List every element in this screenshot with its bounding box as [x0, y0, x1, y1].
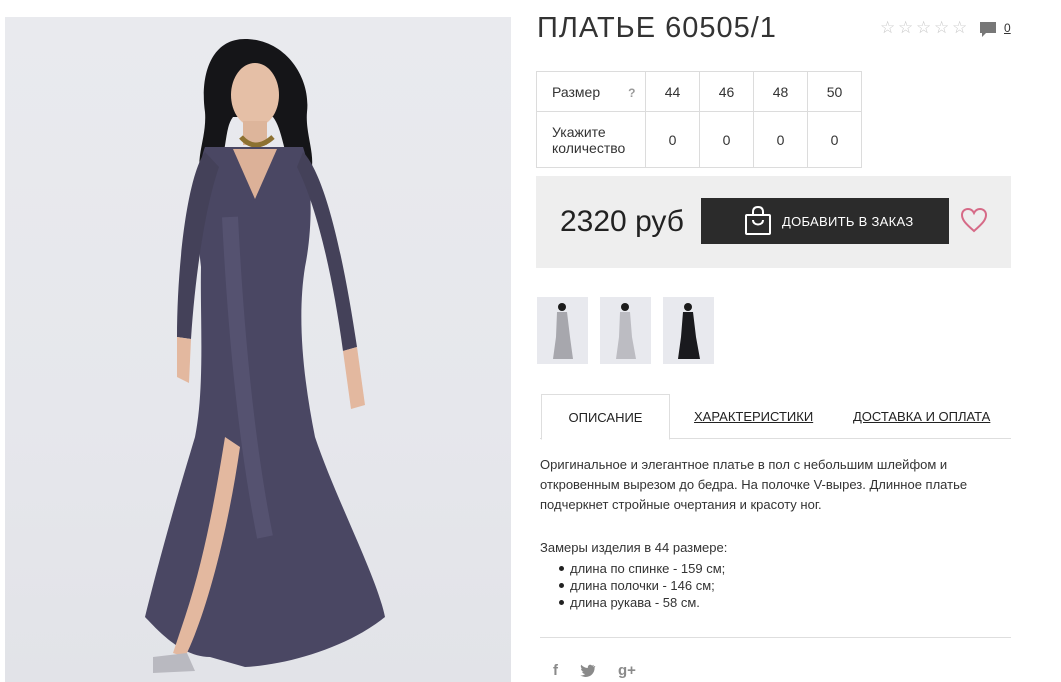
product-title: ПЛАТЬЕ 60505/1 — [537, 12, 777, 44]
measures-title: Замеры изделия в 44 размере: — [540, 540, 728, 555]
social-share: f g+ — [553, 662, 636, 679]
shopping-bag-icon — [745, 206, 771, 235]
google-plus-icon[interactable]: g+ — [618, 662, 636, 679]
measures-list: длина по спинке - 159 см; длина полочки … — [540, 560, 727, 611]
size-help-icon[interactable]: ? — [628, 86, 635, 100]
twitter-icon[interactable] — [580, 664, 596, 677]
size-label-cell: Размер? — [536, 71, 646, 112]
add-to-order-button[interactable]: ДОБАВИТЬ В ЗАКАЗ — [701, 198, 949, 244]
size-50: 50 — [807, 71, 862, 112]
star-outline-icon[interactable]: ☆ — [934, 19, 951, 36]
comments-count-link[interactable]: 0 — [1004, 21, 1011, 35]
star-outline-icon[interactable]: ☆ — [880, 19, 897, 36]
quantity-input-44[interactable]: 0 — [645, 111, 700, 168]
thumbnail-grey-dress-image — [553, 303, 573, 359]
star-outline-icon[interactable]: ☆ — [898, 19, 915, 36]
heart-icon[interactable] — [960, 207, 988, 233]
measures-block: Замеры изделия в 44 размере: длина по сп… — [540, 539, 727, 611]
measure-back-length: длина по спинке - 159 см; — [570, 561, 726, 576]
size-44: 44 — [645, 71, 700, 112]
star-outline-icon[interactable]: ☆ — [952, 19, 969, 36]
thumbnail-2[interactable] — [600, 297, 651, 364]
quantity-row: Укажите количество 0 0 0 0 — [536, 111, 862, 168]
measure-sleeve-length: длина рукава - 58 см. — [570, 595, 700, 610]
list-item: длина полочки - 146 см; — [540, 577, 727, 594]
tab-characteristics[interactable]: ХАРАКТЕРИСТИКИ — [694, 394, 813, 439]
tab-description[interactable]: ОПИСАНИЕ — [541, 394, 670, 440]
thumbnail-1[interactable] — [537, 297, 588, 364]
rating-stars[interactable]: ☆ ☆ ☆ ☆ ☆ — [880, 19, 969, 36]
size-46: 46 — [699, 71, 754, 112]
quantity-label: Укажите количество — [536, 111, 646, 168]
comment-icon[interactable] — [979, 21, 997, 39]
size-48: 48 — [753, 71, 808, 112]
measure-front-length: длина полочки - 146 см; — [570, 578, 715, 593]
thumbnail-gallery — [537, 297, 714, 364]
size-label: Размер — [552, 83, 601, 100]
size-quantity-table: Размер? 44 46 48 50 Укажите количество 0… — [536, 71, 862, 168]
tab-delivery-payment[interactable]: ДОСТАВКА И ОПЛАТА — [853, 394, 990, 439]
thumbnail-black-dress-image — [678, 303, 700, 359]
quantity-input-50[interactable]: 0 — [807, 111, 862, 168]
quantity-input-48[interactable]: 0 — [753, 111, 808, 168]
star-outline-icon[interactable]: ☆ — [916, 19, 933, 36]
list-item: длина рукава - 58 см. — [540, 594, 727, 611]
list-item: длина по спинке - 159 см; — [540, 560, 727, 577]
size-row: Размер? 44 46 48 50 — [536, 71, 862, 112]
quantity-input-46[interactable]: 0 — [699, 111, 754, 168]
dress-model-illustration — [145, 39, 385, 673]
product-main-image[interactable] — [5, 17, 511, 682]
thumbnail-silver-dress-image — [616, 303, 636, 359]
add-to-order-label: ДОБАВИТЬ В ЗАКАЗ — [782, 213, 914, 229]
divider — [540, 637, 1011, 638]
price-panel: 2320 руб ДОБАВИТЬ В ЗАКАЗ — [536, 176, 1011, 268]
product-tabs: ОПИСАНИЕ ХАРАКТЕРИСТИКИ ДОСТАВКА И ОПЛАТ… — [540, 394, 1011, 440]
product-description: Оригинальное и элегантное платье в пол с… — [540, 457, 968, 512]
price: 2320 руб — [560, 205, 684, 238]
facebook-icon[interactable]: f — [553, 662, 558, 679]
thumbnail-3[interactable] — [663, 297, 714, 364]
